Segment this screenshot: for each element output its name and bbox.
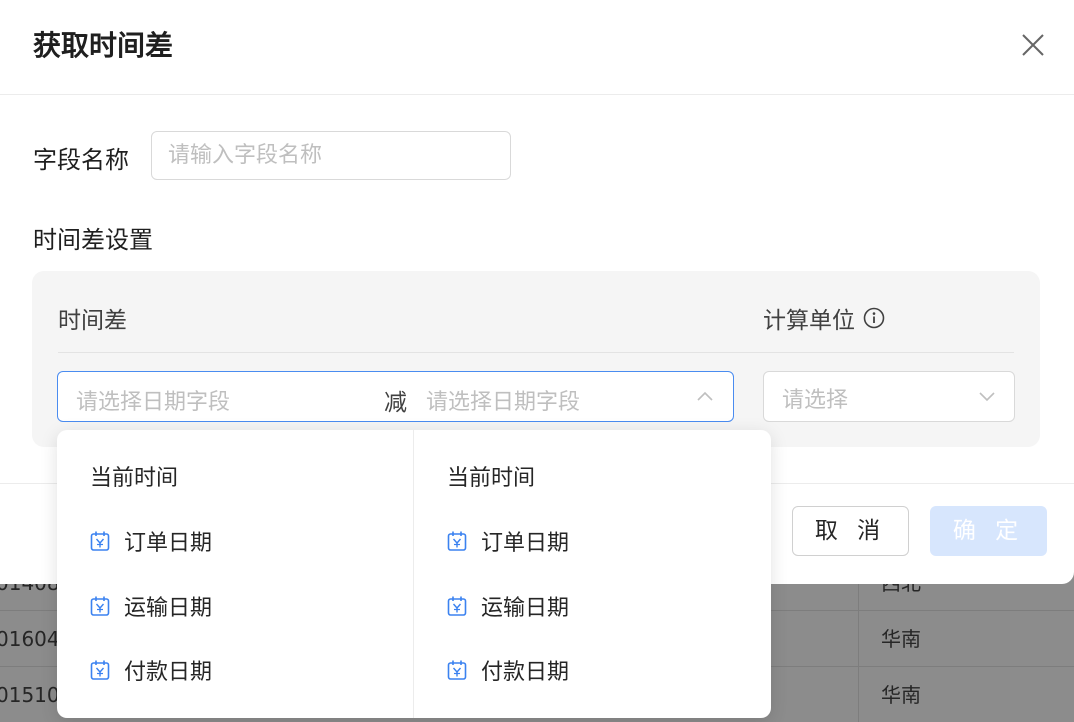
table-cell-id: 01604: [0, 627, 60, 651]
time-diff-panel: 时间差 计算单位 请选择日期字段 减 请选择日期字段 请选择: [32, 271, 1040, 447]
calendar-icon: [90, 596, 110, 616]
confirm-button[interactable]: 确 定: [930, 506, 1047, 556]
dropdown-item-current-time[interactable]: 当前时间: [90, 456, 178, 496]
chevron-up-icon: [697, 391, 713, 401]
dropdown-item-payment-date[interactable]: 付款日期: [90, 650, 212, 690]
dropdown-item-label: 订单日期: [481, 531, 570, 556]
dropdown-item-label: 运输日期: [124, 596, 213, 621]
unit-select[interactable]: 请选择: [763, 371, 1015, 422]
cancel-button[interactable]: 取 消: [792, 506, 909, 556]
date-range-select[interactable]: 请选择日期字段 减 请选择日期字段: [57, 371, 734, 422]
dropdown-item-order-date[interactable]: 订单日期: [90, 521, 212, 561]
col-header-time-diff: 时间差: [58, 308, 127, 334]
table-cell-region: 华南: [858, 611, 1074, 667]
calendar-icon: [90, 531, 110, 551]
section-title: 时间差设置: [33, 226, 153, 254]
dropdown-column-end: 当前时间 订单日期 运输日期 付款日期: [414, 430, 771, 718]
table-cell-id: 01510: [0, 683, 60, 707]
table-cell-region: 华南: [858, 667, 1074, 722]
dropdown-item-payment-date[interactable]: 付款日期: [447, 650, 569, 690]
dropdown-item-label: 当前时间: [447, 466, 536, 491]
modal-title: 获取时间差: [33, 29, 174, 62]
chevron-down-icon: [979, 392, 995, 402]
panel-divider: [58, 352, 1014, 353]
range-right-placeholder[interactable]: 请选择日期字段: [426, 384, 580, 416]
calendar-icon: [90, 660, 110, 680]
calendar-icon: [447, 660, 467, 680]
dropdown-item-label: 订单日期: [124, 531, 213, 556]
range-separator: 减: [384, 390, 407, 416]
col-header-unit-label: 计算单位: [763, 308, 855, 334]
dropdown-item-ship-date[interactable]: 运输日期: [90, 586, 212, 626]
field-name-input[interactable]: [151, 131, 511, 180]
dropdown-item-label: 当前时间: [90, 466, 179, 491]
calendar-icon: [447, 596, 467, 616]
date-field-dropdown: 当前时间 订单日期 运输日期 付款日期 当前时间 订单日期 运输日期 付款日期: [57, 430, 771, 718]
col-header-unit: 计算单位: [763, 301, 885, 335]
info-icon[interactable]: [863, 307, 885, 329]
field-name-label: 字段名称: [33, 146, 129, 174]
unit-placeholder: 请选择: [782, 388, 849, 413]
dropdown-item-order-date[interactable]: 订单日期: [447, 521, 569, 561]
dropdown-item-label: 运输日期: [481, 596, 570, 621]
range-left-placeholder[interactable]: 请选择日期字段: [76, 384, 230, 416]
dropdown-item-label: 付款日期: [124, 660, 213, 685]
dropdown-column-start: 当前时间 订单日期 运输日期 付款日期: [57, 430, 414, 718]
close-icon[interactable]: [1018, 30, 1048, 60]
dropdown-item-ship-date[interactable]: 运输日期: [447, 586, 569, 626]
calendar-icon: [447, 531, 467, 551]
modal-header: 获取时间差: [0, 0, 1074, 95]
dropdown-item-label: 付款日期: [481, 660, 570, 685]
dropdown-item-current-time[interactable]: 当前时间: [447, 456, 535, 496]
